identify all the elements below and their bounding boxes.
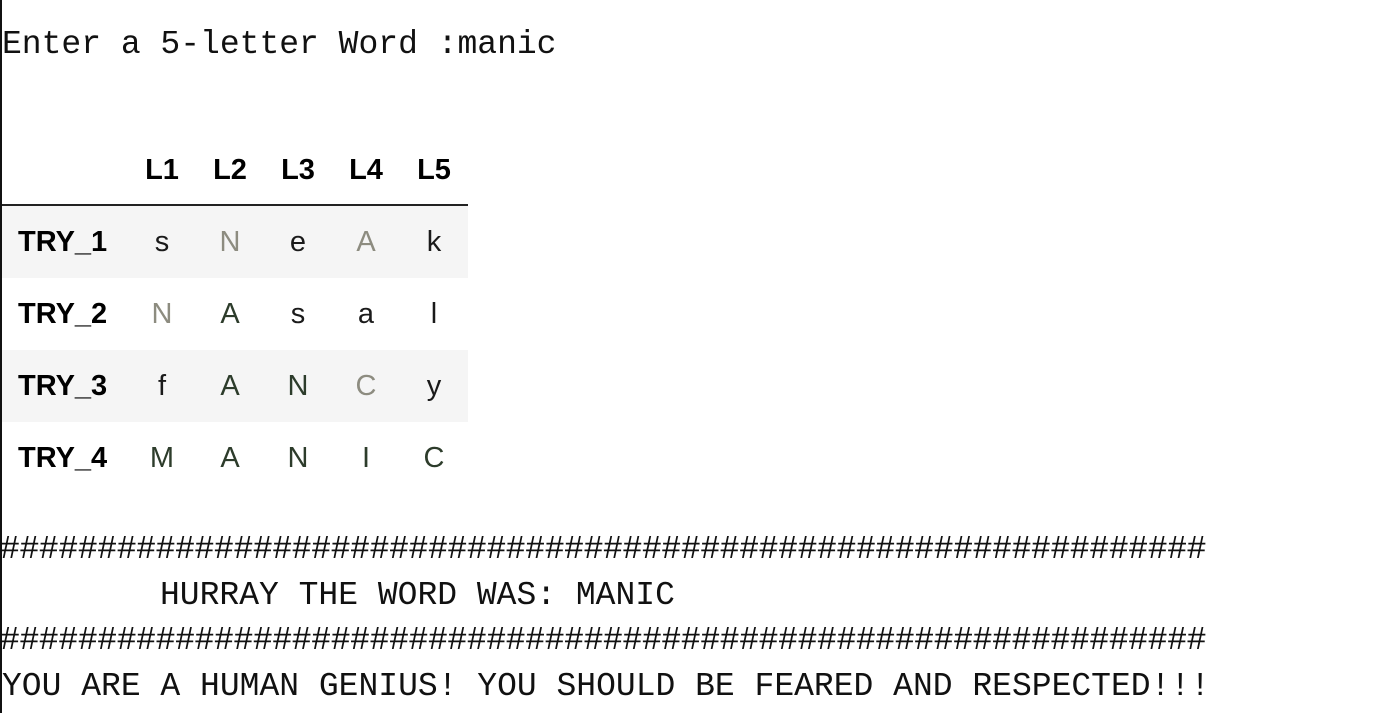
congratulation-message: YOU ARE A HUMAN GENIUS! YOU SHOULD BE FE… [2,668,1210,705]
table-row: TRY_1 s N e A k [2,205,468,278]
table-row: TRY_3 f A N C y [2,350,468,422]
letter-cell: N [287,441,309,474]
letter-cell: l [430,297,438,330]
letter-cell: k [426,225,442,258]
table-row: TRY_2 N A s a l [2,278,468,350]
column-header: L4 [332,136,400,206]
column-header: L3 [264,136,332,206]
letter-cell: a [357,297,375,330]
letter-cell: s [154,225,170,258]
letter-cell: C [423,441,445,474]
column-header: L2 [196,136,264,206]
table-corner-cell [2,136,128,206]
letter-cell: e [289,225,307,258]
letter-cell: C [355,369,377,402]
letter-cell: y [426,369,442,402]
guess-table: L1 L2 L3 L4 L5 TRY_1 s N e A k TRY_2 N A… [2,136,468,494]
separator-line: ########################################… [0,622,1207,659]
letter-cell: s [290,297,306,330]
letter-cell: A [356,225,376,258]
separator-line: ########################################… [0,531,1207,568]
letter-cell: N [219,225,241,258]
row-label: TRY_2 [18,297,108,330]
letter-cell: I [361,441,371,474]
letter-cell: A [220,297,240,330]
row-label: TRY_1 [18,225,108,258]
row-label: TRY_3 [18,369,108,402]
letter-cell: N [287,369,309,402]
letter-cell: N [151,297,173,330]
column-header: L5 [400,136,468,206]
input-prompt-line: Enter a 5-letter Word :manic [2,26,557,63]
table-header-row: L1 L2 L3 L4 L5 [2,136,468,206]
column-header: L1 [128,136,196,206]
letter-cell: A [220,441,240,474]
result-message: HURRAY THE WORD WAS: MANIC [160,577,675,614]
letter-cell: f [157,369,167,402]
letter-cell: A [220,369,240,402]
table-row: TRY_4 M A N I C [2,422,468,494]
row-label: TRY_4 [18,441,108,474]
letter-cell: M [149,441,175,474]
